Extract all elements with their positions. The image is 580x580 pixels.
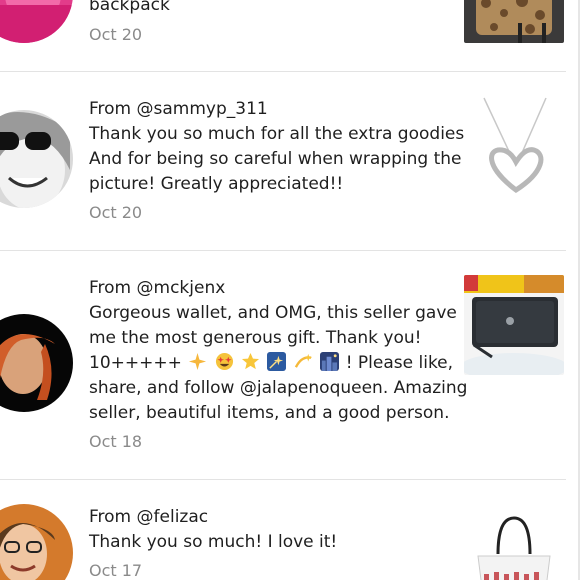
review-author[interactable]: From @sammyp_311 [89, 97, 449, 122]
star-icon [241, 352, 260, 371]
review-author[interactable]: From @felizac [89, 505, 449, 530]
product-thumbnail[interactable] [464, 275, 564, 375]
dizzy-icon [294, 352, 313, 371]
review-message-line: And for being so careful when wrapping t… [89, 149, 462, 169]
review-message-line: backpack [89, 0, 170, 15]
avatar[interactable] [0, 314, 73, 412]
review-message-line: picture! Greatly appreciated!! [89, 174, 344, 194]
review-message-line: Thank you so much for all the extra good… [89, 124, 478, 144]
product-thumbnail[interactable] [464, 96, 564, 196]
star-struck-face-icon [215, 352, 234, 371]
review-date: Oct 18 [89, 432, 143, 451]
review-message-line: 10+++++ ! Please like, [89, 351, 453, 376]
review-author[interactable]: From @mckjenx [89, 276, 449, 301]
product-thumbnail[interactable] [464, 504, 564, 580]
review-message-line: Thank you so much! I love it! [89, 532, 338, 552]
sparkle-star-icon [188, 352, 207, 371]
avatar[interactable] [0, 110, 73, 208]
review-message-line: Gorgeous wallet, and OMG, this seller ga… [89, 303, 457, 323]
review-message-line: me the most generous gift. Thank you! [89, 328, 422, 348]
shooting-star-card-icon [267, 352, 287, 371]
review-date: Oct 17 [89, 561, 143, 580]
divider [0, 479, 566, 480]
night-city-icon [320, 352, 340, 371]
review-message-line: seller, beautiful items, and a good pers… [89, 403, 450, 423]
avatar[interactable] [0, 0, 73, 43]
avatar[interactable] [0, 504, 73, 580]
review-date: Oct 20 [89, 25, 143, 44]
review-message-fragment: ! Please like, [345, 353, 454, 373]
divider [0, 250, 566, 251]
review-message-line: share, and follow @jalapenoqueen. Amazin… [89, 378, 468, 398]
reviews-list: backpack Oct 20 From @sammyp_311 Thank y… [0, 0, 580, 580]
review-date: Oct 20 [89, 203, 143, 222]
divider [0, 71, 566, 72]
product-thumbnail[interactable] [464, 0, 564, 43]
review-message-fragment: 10+++++ [89, 353, 182, 373]
